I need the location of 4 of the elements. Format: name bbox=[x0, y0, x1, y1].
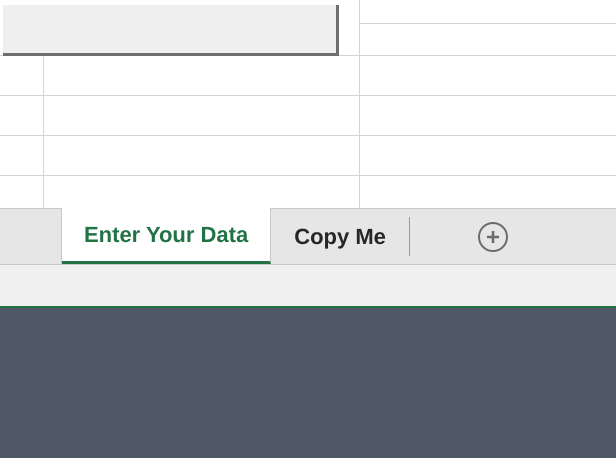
sheet-tab[interactable]: Enter Your Data bbox=[62, 208, 272, 264]
add-sheet-button[interactable] bbox=[478, 222, 508, 252]
sheet-tab[interactable]: Copy Me bbox=[271, 209, 409, 264]
plus-icon bbox=[484, 228, 501, 244]
